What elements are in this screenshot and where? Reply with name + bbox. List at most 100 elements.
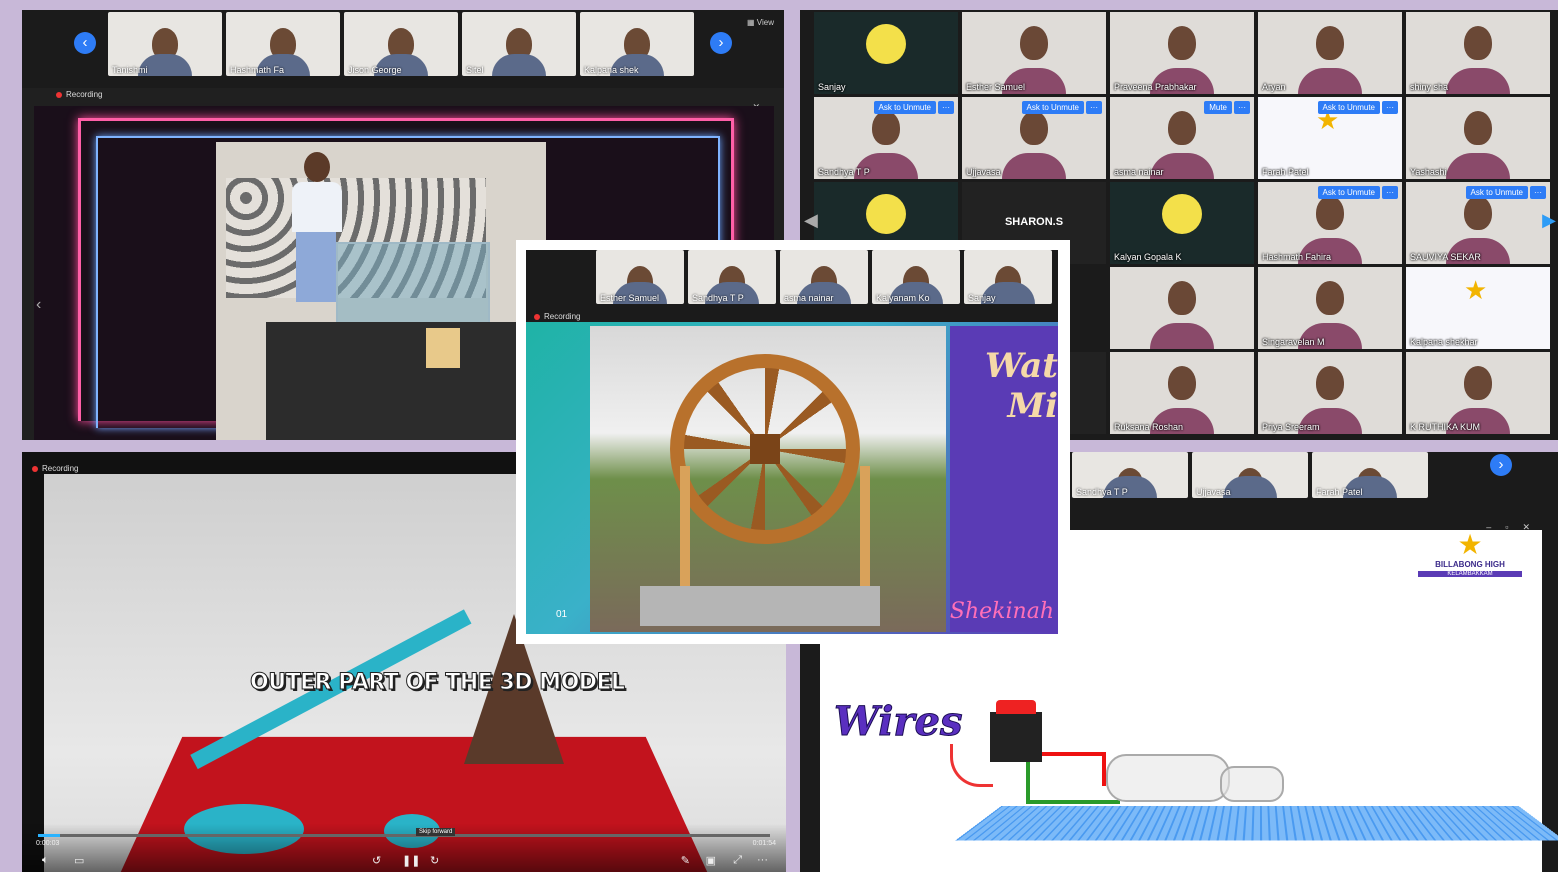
gallery-participant-tile[interactable]: K RUTHIKA KUM	[1406, 352, 1550, 434]
participant-name: shiny sha	[1410, 82, 1449, 92]
gallery-participant-tile[interactable]	[1110, 267, 1254, 349]
more-icon[interactable]: ···	[757, 854, 768, 866]
pointer-arrow	[950, 744, 993, 787]
more-options-button[interactable]: ···	[1382, 101, 1398, 114]
view-button[interactable]: ▦ View	[747, 18, 774, 27]
gallery-participant-tile[interactable]: Mute ··· asma nainar	[1110, 97, 1254, 179]
strip-participant-tile[interactable]: Hashmath Fa	[226, 12, 340, 76]
time-total: 0:01:54	[752, 840, 776, 847]
participant-name: Kalyanam Ko	[876, 293, 930, 303]
strip-participant-tile[interactable]: Farah Patel	[1312, 452, 1428, 498]
pip-icon[interactable]: ▣	[706, 854, 716, 867]
participant-name: Esther Samuel	[600, 293, 660, 303]
pen-icon[interactable]: ✎	[681, 854, 690, 867]
participant-body	[1446, 68, 1510, 94]
strip-prev-button[interactable]: ‹	[74, 32, 96, 54]
logo-line1: BILLABONG HIGH	[1435, 560, 1505, 569]
gallery-participant-tile[interactable]: Kalyan Gopala K	[1110, 182, 1254, 264]
gallery-participant-tile[interactable]: Praveena Prabhakar	[1110, 12, 1254, 94]
gallery-participant-tile[interactable]: Ask to Unmute ··· Sandhya T P	[814, 97, 958, 179]
player-controls: 0:00:03 0:01:54 🔈︎ ▭ ↺ ❚❚ ↻ Skip forward…	[22, 824, 786, 872]
strip-next-button[interactable]: ›	[710, 32, 732, 54]
gallery-participant-tile[interactable]: Ruksana Roshan	[1110, 352, 1254, 434]
participant-name: Sitel	[466, 65, 484, 75]
strip-participant-tile[interactable]: Sandhya T P	[688, 250, 776, 304]
participant-name: Ruksana Roshan	[1114, 422, 1184, 432]
strip-participant-tile[interactable]: asma nainar	[780, 250, 868, 304]
participant-name: Hashmath Fa	[230, 65, 285, 75]
participant-name: Sandhya T P	[1076, 487, 1128, 497]
strip-participant-tile[interactable]: Sanjay	[964, 250, 1052, 304]
participant-face	[1168, 26, 1196, 60]
skip-forward-tooltip: Skip forward	[416, 828, 456, 836]
gallery-participant-tile[interactable]: Priya Sreeram	[1258, 352, 1402, 434]
slide: Wat Mi Shekinah 01	[526, 322, 1058, 634]
gallery-participant-tile[interactable]: Yashashi	[1406, 97, 1550, 179]
ask-to-unmute-button[interactable]: Ask to Unmute	[1317, 186, 1380, 199]
more-options-button[interactable]: ···	[1234, 101, 1250, 114]
wheel-hub	[750, 434, 780, 464]
participant-body	[1298, 68, 1362, 94]
participant-strip: Sandhya T P Ujjavasa Farah Patel ›	[1072, 452, 1558, 518]
gallery-participant-tile[interactable]: ★ Ask to Unmute ··· Farah Patel	[1258, 97, 1402, 179]
lightbulb-art	[866, 24, 906, 64]
more-options-button[interactable]: ···	[938, 101, 954, 114]
ask-to-unmute-button[interactable]: Ask to Unmute	[1465, 186, 1528, 199]
subtitles-icon[interactable]: ▭	[74, 854, 84, 867]
strip-participant-tile[interactable]: Sandhya T P	[1072, 452, 1188, 498]
participant-name: Kalpana shekhar	[1410, 337, 1478, 347]
slide-title-line1: Wat	[985, 346, 1058, 386]
strip-next-button[interactable]: ›	[1490, 454, 1512, 476]
ask-to-unmute-button[interactable]: Ask to Unmute	[1317, 101, 1380, 114]
seek-bar[interactable]	[38, 834, 770, 837]
strip-participant-tile[interactable]: Jison George	[344, 12, 458, 76]
strip-participant-tile[interactable]: Ujjavasa	[1192, 452, 1308, 498]
ask-to-unmute-button[interactable]: Ask to Unmute	[1021, 101, 1084, 114]
participant-name: Sanjay	[968, 293, 996, 303]
pause-icon[interactable]: ❚❚	[402, 854, 420, 867]
gallery-participant-tile[interactable]: Esther Samuel	[962, 12, 1106, 94]
gallery-participant-tile[interactable]: Ask to Unmute ··· SAUVIYA SEKAR	[1406, 182, 1550, 264]
gallery-participant-tile[interactable]: Ask to Unmute ··· Hashmath Fahira	[1258, 182, 1402, 264]
strip-participant-tile[interactable]: Kalpana shek	[580, 12, 694, 76]
cylinder-small	[1220, 766, 1284, 802]
strip-participant-tile[interactable]: Kalyanam Ko	[872, 250, 960, 304]
participant-name: Praveena Prabhakar	[1114, 82, 1197, 92]
rewind-icon[interactable]: ↺	[372, 854, 381, 867]
participant-face	[1020, 111, 1048, 145]
participant-name: SAUVIYA SEKAR	[1410, 252, 1481, 262]
skip-forward-icon[interactable]: ↻	[430, 854, 439, 867]
gallery-participant-tile[interactable]: Ask to Unmute ··· Ujjavasa	[962, 97, 1106, 179]
recording-indicator: Recording	[56, 90, 102, 99]
ask-to-unmute-button[interactable]: Ask to Unmute	[873, 101, 936, 114]
participant-name: Esther Samuel	[966, 82, 1026, 92]
left-arrow-icon[interactable]: ‹	[36, 296, 41, 314]
strip-participant-tile[interactable]: Esther Samuel	[596, 250, 684, 304]
participant-body	[1446, 153, 1510, 179]
strip-participant-tile[interactable]: Tanishmi	[108, 12, 222, 76]
participant-name: Tanishmi	[112, 65, 148, 75]
mute-button[interactable]: Mute	[1204, 101, 1232, 114]
slide-photo	[590, 326, 946, 632]
grid-prev-icon[interactable]: ◀	[804, 210, 818, 231]
gallery-participant-tile[interactable]: Sanjay	[814, 12, 958, 94]
more-options-button[interactable]: ···	[1086, 101, 1102, 114]
grid-next-icon[interactable]: ▶	[1542, 210, 1556, 231]
table	[266, 322, 546, 440]
volume-icon[interactable]: 🔈︎	[42, 854, 49, 867]
video-caption: OUTER PART OF THE 3D MODEL	[250, 670, 626, 696]
participant-body	[1002, 153, 1066, 179]
gallery-participant-tile[interactable]: Singaravelan M	[1258, 267, 1402, 349]
recording-indicator: Recording	[32, 464, 78, 473]
gallery-participant-tile[interactable]: ★ Kalpana shekhar	[1406, 267, 1550, 349]
gallery-participant-tile[interactable]: Aryan	[1258, 12, 1402, 94]
more-options-button[interactable]: ···	[1530, 186, 1546, 199]
participant-name: Ujjavasa	[1196, 487, 1231, 497]
more-options-button[interactable]: ···	[1382, 186, 1398, 199]
gallery-participant-tile[interactable]: shiny sha	[1406, 12, 1550, 94]
fullscreen-icon[interactable]: ⤢	[733, 854, 742, 867]
seek-progress	[38, 834, 60, 837]
buzzer-block	[990, 700, 1042, 762]
cylinder-large	[1106, 754, 1230, 802]
strip-participant-tile[interactable]: Sitel	[462, 12, 576, 76]
